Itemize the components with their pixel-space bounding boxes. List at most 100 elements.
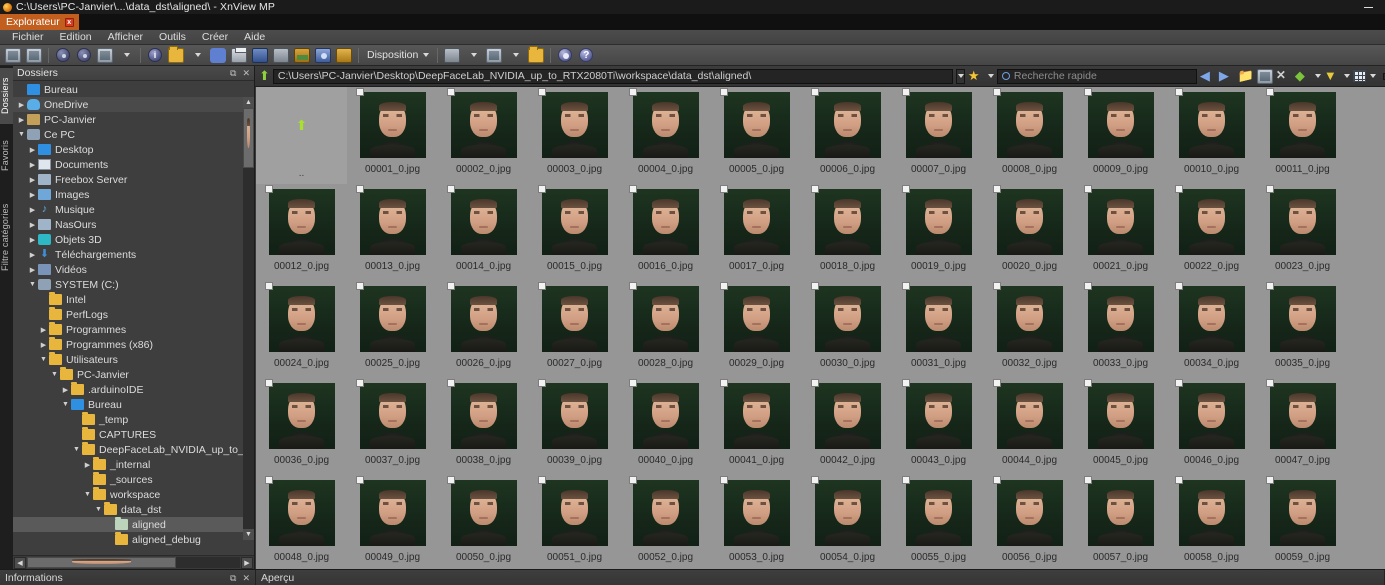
tree-item[interactable]: ▶ Programmes (x86) — [13, 337, 254, 352]
selection-checkbox[interactable] — [1265, 379, 1274, 387]
chevron-down-icon[interactable]: ▼ — [27, 281, 38, 288]
thumbnail-item[interactable]: 00059_0.jpg — [1257, 475, 1348, 569]
tree-horizontal-scrollbar[interactable]: ◀ ▶ — [13, 555, 254, 569]
selection-checkbox[interactable] — [1083, 476, 1092, 484]
chevron-right-icon[interactable]: ▶ — [38, 326, 49, 334]
tree-item[interactable]: ▶ _internal — [13, 457, 254, 472]
chevron-right-icon[interactable]: ▶ — [60, 386, 71, 394]
screen-capture-icon[interactable] — [313, 46, 333, 65]
thumbnail-item[interactable]: 00021_0.jpg — [1075, 184, 1166, 281]
selection-checkbox[interactable] — [628, 88, 637, 96]
thumbnail-item[interactable]: 00026_0.jpg — [438, 281, 529, 378]
thumbnail-item[interactable]: 00049_0.jpg — [347, 475, 438, 569]
tree-item[interactable]: ▶ ⬇ Téléchargements — [13, 247, 254, 262]
chevron-down-icon[interactable]: ▼ — [71, 446, 82, 453]
selection-checkbox[interactable] — [719, 88, 728, 96]
selection-checkbox[interactable] — [1174, 282, 1183, 290]
thumbnail-item[interactable]: 00002_0.jpg — [438, 87, 529, 184]
thumbnail-item[interactable]: 00056_0.jpg — [984, 475, 1075, 569]
thumbnail-item[interactable]: 00053_0.jpg — [711, 475, 802, 569]
chevron-right-icon[interactable]: ▶ — [27, 221, 38, 229]
selection-checkbox[interactable] — [1174, 88, 1183, 96]
selection-checkbox[interactable] — [901, 476, 910, 484]
thumbnail-item[interactable]: 00035_0.jpg — [1257, 281, 1348, 378]
chevron-right-icon[interactable]: ▶ — [27, 176, 38, 184]
selection-checkbox[interactable] — [992, 282, 1001, 290]
thumbnail-item[interactable]: 00050_0.jpg — [438, 475, 529, 569]
settings-gear-icon[interactable] — [555, 46, 575, 65]
copy-to-caret-icon[interactable] — [463, 46, 483, 65]
help-icon[interactable]: ? — [576, 46, 596, 65]
selection-checkbox[interactable] — [719, 282, 728, 290]
filter-caret-icon[interactable] — [1343, 67, 1350, 86]
thumbnail-item[interactable]: 00004_0.jpg — [620, 87, 711, 184]
selection-checkbox[interactable] — [810, 185, 819, 193]
thumbnail-item[interactable]: 00016_0.jpg — [620, 184, 711, 281]
selection-checkbox[interactable] — [1174, 185, 1183, 193]
chevron-right-icon[interactable]: ▶ — [16, 101, 27, 109]
selection-checkbox[interactable] — [901, 185, 910, 193]
chevron-down-icon[interactable]: ▼ — [82, 491, 93, 498]
copy-to-icon[interactable] — [442, 46, 462, 65]
search-input[interactable]: Recherche rapide — [996, 68, 1197, 84]
selection-checkbox[interactable] — [628, 282, 637, 290]
open-folder-caret-icon[interactable] — [187, 46, 207, 65]
selection-checkbox[interactable] — [355, 88, 364, 96]
image-info-icon[interactable]: i — [145, 46, 165, 65]
undock-icon[interactable]: ⧉ — [230, 573, 236, 584]
tree-item[interactable]: ▶ Freebox Server — [13, 172, 254, 187]
filter-icon[interactable]: ▼ — [1324, 67, 1340, 86]
chevron-down-icon[interactable]: ▼ — [60, 401, 71, 408]
thumbnail-item[interactable]: 00055_0.jpg — [893, 475, 984, 569]
thumbnail-item[interactable]: 00003_0.jpg — [529, 87, 620, 184]
scroll-left-icon[interactable]: ◀ — [14, 556, 26, 569]
selection-checkbox[interactable] — [537, 185, 546, 193]
thumbnail-item[interactable]: 00020_0.jpg — [984, 184, 1075, 281]
selection-checkbox[interactable] — [446, 185, 455, 193]
selection-checkbox[interactable] — [719, 185, 728, 193]
thumbnail-item[interactable]: 00017_0.jpg — [711, 184, 802, 281]
star-icon[interactable]: ★ — [968, 67, 984, 86]
selection-checkbox[interactable] — [810, 282, 819, 290]
selection-checkbox[interactable] — [810, 379, 819, 387]
tree-item[interactable]: ▼ Bureau — [13, 397, 254, 412]
chevron-down-icon[interactable]: ▼ — [93, 506, 104, 513]
selection-checkbox[interactable] — [810, 476, 819, 484]
tree-item[interactable]: Intel — [13, 292, 254, 307]
tree-item[interactable]: ▶ Documents — [13, 157, 254, 172]
tree-item[interactable]: ▼ Ce PC — [13, 127, 254, 142]
selection-checkbox[interactable] — [1265, 88, 1274, 96]
rail-tab-filtre-categories[interactable]: Filtre catégories — [0, 190, 13, 285]
tree-item[interactable]: ▼ workspace — [13, 487, 254, 502]
chevron-right-icon[interactable]: ▶ — [27, 266, 38, 274]
selection-checkbox[interactable] — [1265, 476, 1274, 484]
thumbnail-item[interactable]: 00015_0.jpg — [529, 184, 620, 281]
view-mode-caret-icon[interactable] — [1369, 67, 1376, 86]
selection-checkbox[interactable] — [264, 379, 273, 387]
selection-checkbox[interactable] — [1083, 185, 1092, 193]
thumbnail-item[interactable]: 00005_0.jpg — [711, 87, 802, 184]
scroll-thumb[interactable] — [27, 557, 177, 568]
thumbnail-item[interactable]: 00014_0.jpg — [438, 184, 529, 281]
tab-explorateur[interactable]: Explorateur x — [0, 14, 79, 30]
thumbnail-item[interactable]: 00029_0.jpg — [711, 281, 802, 378]
selection-checkbox[interactable] — [537, 476, 546, 484]
selection-checkbox[interactable] — [992, 185, 1001, 193]
tree-item[interactable]: aligned_debug — [13, 532, 254, 547]
thumbnail-item[interactable]: 00007_0.jpg — [893, 87, 984, 184]
thumbnail-item[interactable]: 00043_0.jpg — [893, 378, 984, 475]
delete-icon[interactable]: ✕ — [1276, 67, 1292, 86]
duplicate-icon[interactable] — [271, 46, 291, 65]
thumbnail-item[interactable]: 00028_0.jpg — [620, 281, 711, 378]
menu-aide[interactable]: Aide — [236, 30, 273, 45]
thumbnail-item[interactable]: 00019_0.jpg — [893, 184, 984, 281]
selection-checkbox[interactable] — [901, 88, 910, 96]
back-arrow-icon[interactable]: ◀ — [1200, 67, 1216, 86]
tree-vertical-scrollbar[interactable]: ▲ ▼ — [243, 97, 254, 540]
chevron-down-icon[interactable]: ▼ — [38, 356, 49, 363]
slideshow-icon[interactable] — [334, 46, 354, 65]
address-dropdown-icon[interactable] — [955, 68, 965, 84]
thumbnail-item[interactable]: 00011_0.jpg — [1257, 87, 1348, 184]
selection-checkbox[interactable] — [355, 379, 364, 387]
thumbnail-item[interactable]: 00001_0.jpg — [347, 87, 438, 184]
